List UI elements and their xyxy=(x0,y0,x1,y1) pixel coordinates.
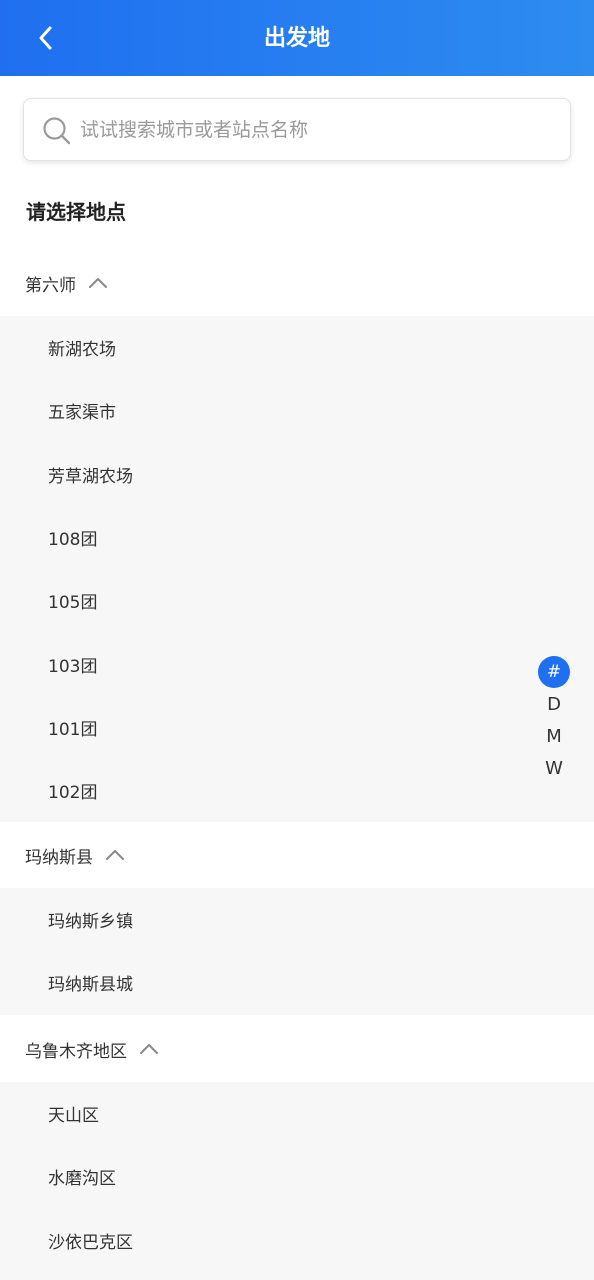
header-bar: 出发地 xyxy=(0,0,594,76)
list-item[interactable]: 108团 xyxy=(0,506,594,569)
list-item[interactable]: 101团 xyxy=(0,696,594,759)
group-label: 玛纳斯县 xyxy=(25,847,93,868)
group-header-wulumuqi[interactable]: 乌鲁木齐地区 xyxy=(0,1016,594,1082)
search-box[interactable] xyxy=(23,98,571,161)
group-items-manasi: 玛纳斯乡镇 玛纳斯县城 xyxy=(0,888,594,1015)
group-items-liushi: 新湖农场 五家渠市 芳草湖农场 108团 105团 103团 101团 102团 xyxy=(0,316,594,823)
index-bar: # D M W xyxy=(537,656,571,784)
group-header-liushi[interactable]: 第六师 xyxy=(0,250,594,316)
search-icon xyxy=(43,117,71,145)
list-item[interactable]: 新湖农场 xyxy=(0,316,594,379)
index-letter-w[interactable]: W xyxy=(537,752,571,784)
chevron-up-icon xyxy=(88,277,108,289)
index-letter-m[interactable]: M xyxy=(537,720,571,752)
chevron-up-icon xyxy=(139,1043,159,1055)
list-item[interactable]: 103团 xyxy=(0,632,594,695)
group-header-manasi[interactable]: 玛纳斯县 xyxy=(0,822,594,888)
group-label: 第六师 xyxy=(25,275,76,296)
list-item[interactable]: 芳草湖农场 xyxy=(0,443,594,506)
list-item[interactable]: 天山区 xyxy=(0,1082,594,1145)
list-item[interactable]: 105团 xyxy=(0,569,594,632)
chevron-up-icon xyxy=(105,849,125,861)
back-button[interactable] xyxy=(24,18,68,58)
index-letter-d[interactable]: D xyxy=(537,688,571,720)
list-item[interactable]: 五家渠市 xyxy=(0,379,594,442)
chevron-left-icon xyxy=(39,26,52,50)
list-item[interactable]: 102团 xyxy=(0,759,594,822)
list-item[interactable]: 沙依巴克区 xyxy=(0,1209,594,1272)
list-item[interactable]: 玛纳斯乡镇 xyxy=(0,888,594,951)
group-items-wulumuqi: 天山区 水磨沟区 沙依巴克区 xyxy=(0,1082,594,1280)
page-title: 出发地 xyxy=(263,26,330,51)
group-label: 乌鲁木齐地区 xyxy=(25,1041,127,1062)
search-input[interactable] xyxy=(80,99,550,160)
list-item[interactable]: 水磨沟区 xyxy=(0,1145,594,1208)
section-title: 请选择地点 xyxy=(26,200,126,224)
list-item[interactable]: 玛纳斯县城 xyxy=(0,951,594,1014)
index-letter-hash[interactable]: # xyxy=(538,656,570,688)
